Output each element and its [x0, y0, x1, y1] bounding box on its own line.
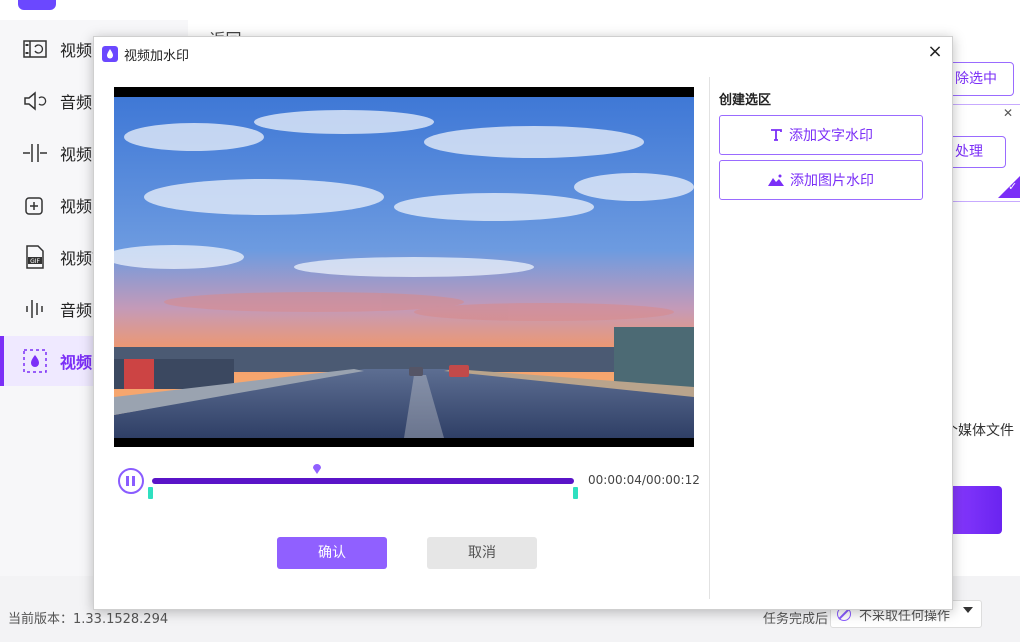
task-close-icon[interactable]: ✕ [1003, 106, 1013, 120]
audio-convert-icon [22, 88, 48, 114]
pause-icon [126, 476, 129, 486]
timeline-track[interactable] [152, 478, 574, 484]
close-button[interactable]: × [924, 41, 946, 63]
checkmark-icon: ✓ [1008, 180, 1018, 193]
sidebar-item-label: 视频 [60, 353, 93, 372]
video-frame [114, 97, 694, 438]
text-icon [769, 128, 783, 142]
sidebar-item-label: 视频 [60, 197, 93, 216]
chevron-down-icon [963, 607, 973, 613]
version-text: 当前版本：1.33.1528.294 [8, 612, 169, 627]
sidebar-item-label: 音频 [60, 301, 93, 320]
sidebar-item-label: 视频 [60, 41, 93, 60]
watermark-icon [22, 348, 48, 374]
range-end-handle[interactable] [573, 487, 578, 499]
panel-divider [709, 77, 710, 599]
after-task-label: 任务完成后 [763, 612, 829, 627]
sidebar-item-label: 视频 [60, 145, 93, 164]
playhead-marker-icon[interactable] [312, 462, 322, 474]
range-start-handle[interactable] [148, 487, 153, 499]
media-count-text: 个媒体文件 [944, 423, 1014, 439]
image-icon [768, 174, 784, 186]
timecode: 00:00:04/00:00:12 [588, 473, 700, 487]
confirm-button[interactable]: 确认 [277, 537, 387, 569]
app-top-bar [0, 0, 1020, 21]
svg-text:GIF: GIF [30, 258, 40, 265]
audio-wave-icon [22, 296, 48, 322]
dialog-title: 视频加水印 [124, 48, 190, 64]
video-convert-icon [22, 36, 48, 62]
pause-button[interactable] [118, 468, 144, 494]
app-logo-icon [18, 0, 56, 10]
video-preview[interactable] [114, 87, 694, 447]
sidebar-item-label: 音频 [60, 93, 93, 112]
app-icon [102, 46, 118, 62]
dialog-titlebar: 视频加水印 [102, 45, 190, 64]
gif-icon: GIF [22, 244, 48, 270]
add-image-watermark-label: 添加图片水印 [790, 173, 874, 189]
create-selection-title: 创建选区 [719, 93, 772, 108]
add-text-watermark-label: 添加文字水印 [789, 128, 873, 144]
video-split-icon [22, 140, 48, 166]
active-indicator [0, 336, 4, 386]
video-merge-icon [22, 192, 48, 218]
cancel-button[interactable]: 取消 [427, 537, 537, 569]
add-text-watermark-button[interactable]: 添加文字水印 [719, 115, 923, 155]
watermark-dialog: 视频加水印 × 00:00:04/00:00:12 确认 取消 创建选区 添加文… [93, 36, 953, 610]
process-button[interactable]: 处理 [944, 136, 1006, 168]
add-image-watermark-button[interactable]: 添加图片水印 [719, 160, 923, 200]
video-scene-image [114, 97, 694, 438]
